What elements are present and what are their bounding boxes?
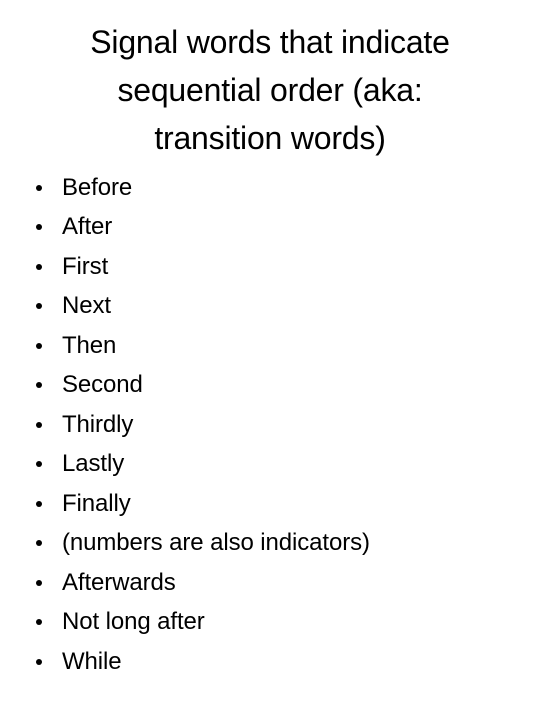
signal-words-list: Before After First Next Then Second Thir…: [0, 168, 540, 682]
slide-canvas: Signal words that indicate sequential or…: [0, 0, 540, 720]
list-item-label: Before: [62, 173, 133, 201]
list-item-label: After: [62, 213, 113, 241]
page-title-line-2: sequential order (aka:: [117, 72, 423, 108]
bullet-dot-icon: [36, 658, 42, 665]
list-item: Lastly: [0, 445, 540, 485]
list-item-label: (numbers are also indicators): [62, 529, 370, 557]
page-title: Signal words that indicate sequential or…: [26, 18, 514, 162]
bullet-dot-icon: [36, 303, 42, 310]
bullet-dot-icon: [36, 224, 42, 231]
bullet-dot-icon: [36, 579, 42, 586]
bullet-dot-icon: [36, 540, 42, 547]
list-item: First: [0, 247, 540, 287]
bullet-dot-icon: [36, 619, 42, 626]
list-item: Not long after: [0, 603, 540, 643]
page-title-line-1: Signal words that indicate: [90, 24, 450, 60]
list-item: Afterwards: [0, 563, 540, 603]
bullet-dot-icon: [36, 263, 42, 270]
list-item: Thirdly: [0, 405, 540, 445]
list-item: Next: [0, 287, 540, 327]
bullet-dot-icon: [36, 184, 42, 191]
bullet-dot-icon: [36, 461, 42, 468]
bullet-dot-icon: [36, 382, 42, 389]
bullet-dot-icon: [36, 342, 42, 349]
bullet-dot-icon: [36, 421, 42, 428]
list-item: While: [0, 642, 540, 682]
list-item-label: Not long after: [62, 608, 205, 636]
list-item-label: First: [62, 252, 109, 280]
list-item-label: Then: [62, 331, 117, 359]
list-item: After: [0, 208, 540, 248]
bullet-dot-icon: [36, 500, 42, 507]
list-item: Second: [0, 366, 540, 406]
list-item-label: Thirdly: [62, 410, 134, 438]
list-item: (numbers are also indicators): [0, 524, 540, 564]
list-item-label: While: [62, 647, 122, 675]
list-item-label: Afterwards: [62, 568, 176, 596]
list-item-label: Finally: [62, 489, 131, 517]
list-item-label: Second: [62, 371, 143, 399]
page-title-line-3: transition words): [154, 120, 386, 156]
list-item: Then: [0, 326, 540, 366]
list-item-label: Lastly: [62, 450, 125, 478]
list-item: Finally: [0, 484, 540, 524]
list-item: Before: [0, 168, 540, 208]
list-item-label: Next: [62, 292, 111, 320]
